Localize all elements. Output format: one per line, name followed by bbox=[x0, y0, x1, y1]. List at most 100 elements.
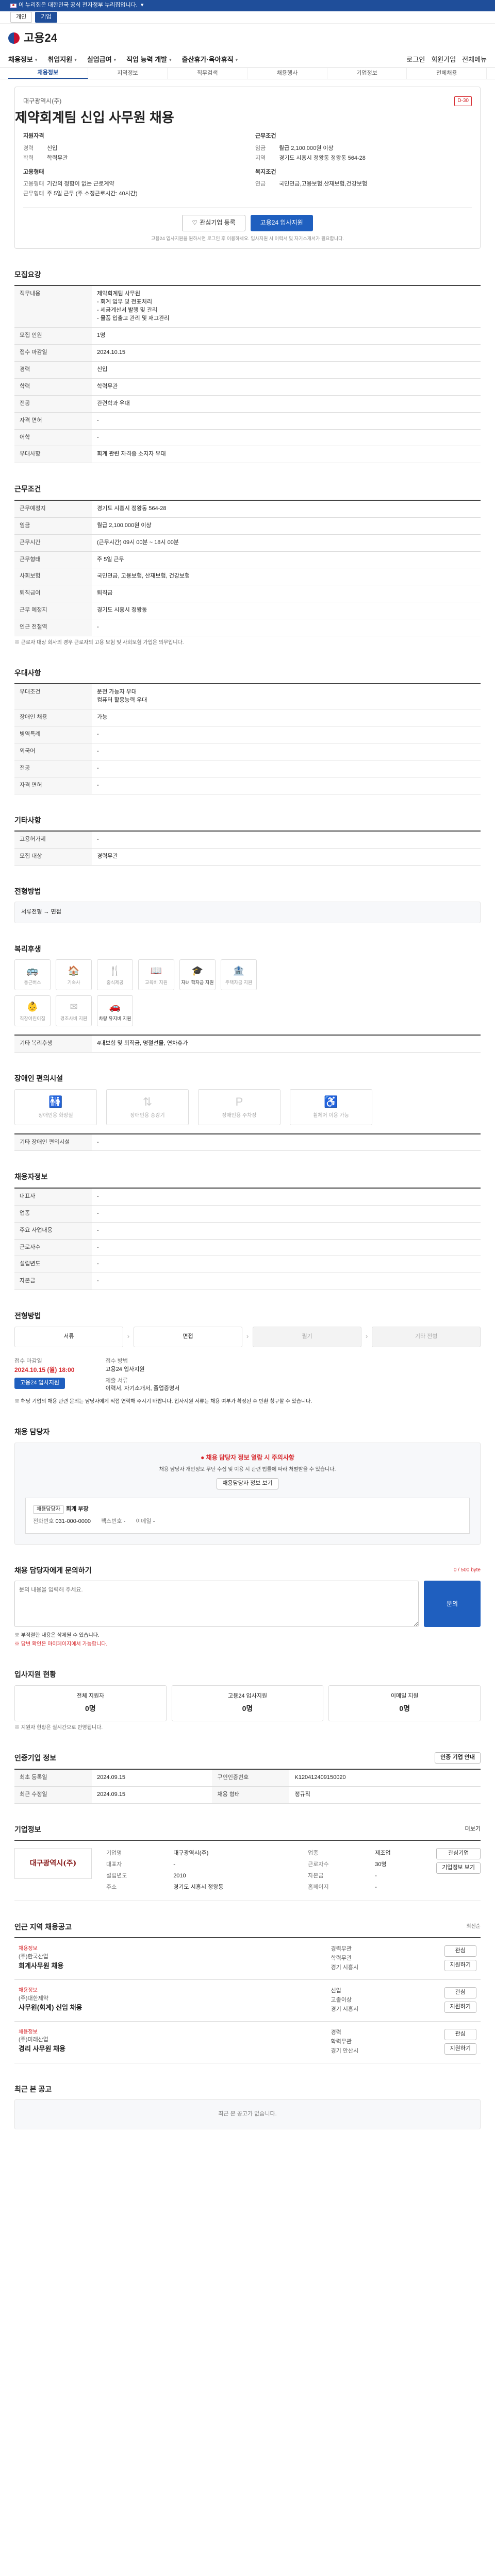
manager-tag: 채용담당자 bbox=[33, 1505, 64, 1514]
welfare-item: 🍴 중식제공 bbox=[97, 959, 133, 991]
welfare-icon: 🏠 bbox=[68, 965, 80, 976]
enterprise-tab[interactable]: 기업 bbox=[35, 11, 57, 23]
inquiry-textarea[interactable] bbox=[14, 1581, 419, 1628]
signup-link[interactable]: 회원가입 bbox=[431, 55, 456, 65]
method-heading: 전형방법 bbox=[14, 887, 41, 895]
inquiry-submit-button[interactable]: 문의 bbox=[424, 1581, 481, 1628]
welfare-label: 주택자금 지원 bbox=[225, 979, 253, 985]
table-row: 대표자 - bbox=[14, 1188, 481, 1206]
disability-item: P 장애인용 주차장 bbox=[198, 1089, 280, 1125]
gnb-item[interactable]: 직업 능력 개발 bbox=[126, 55, 172, 65]
table-row: 모집 인원 1명 bbox=[14, 327, 481, 345]
disability-extra-value: - bbox=[92, 1133, 481, 1151]
recent-heading: 최근 본 공고 bbox=[14, 2084, 52, 2093]
similar-title[interactable]: 경리 사무원 채용 bbox=[19, 2044, 321, 2054]
gov-banner[interactable]: 이 누리집은 대한민국 공식 전자정부 누리집입니다. ▾ bbox=[0, 0, 495, 11]
process-label: 전체 지원자 bbox=[76, 1692, 105, 1699]
all-menu-link[interactable]: 전체메뉴 bbox=[462, 55, 487, 65]
recruit-heading: 모집요강 bbox=[14, 270, 41, 279]
welfare-item: 🏠 기숙사 bbox=[56, 959, 92, 991]
gnb-item[interactable]: 실업급여 bbox=[87, 55, 116, 65]
process-label: 고용24 입사지원 bbox=[228, 1692, 268, 1699]
similar-apply-button[interactable]: 지원하기 bbox=[444, 2002, 476, 2013]
login-link[interactable]: 로그인 bbox=[406, 55, 425, 65]
similar-favorite-button[interactable]: 관심 bbox=[444, 1945, 476, 1957]
table-row: 병역특례 - bbox=[14, 726, 481, 743]
row-value: - bbox=[92, 1222, 481, 1240]
similar-favorite-button[interactable]: 관심 bbox=[444, 2028, 476, 2040]
row-label: 모집 인원 bbox=[14, 327, 92, 345]
table-row: 근무형태 주 5일 근무 bbox=[14, 551, 481, 569]
welfare-heading: 복지조건 bbox=[255, 168, 276, 175]
kv-key: 경력 bbox=[23, 145, 34, 152]
table-row: 퇴직급여 퇴직금 bbox=[14, 585, 481, 603]
posting-title: 인증기업 정보 bbox=[14, 1753, 57, 1762]
inquiry-note-1: ※ 부적절한 내용은 삭제될 수 있습니다. bbox=[14, 1633, 100, 1639]
welfare-icon: 🏦 bbox=[233, 965, 245, 976]
gnb-item[interactable]: 출산휴가·육아휴직 bbox=[182, 55, 238, 65]
apply-area-button[interactable]: 고용24 입사지원 bbox=[14, 1377, 65, 1389]
apply-notice: ※ 해당 기업의 채용 관련 문의는 담당자에게 직접 연락해 주시기 바랍니다… bbox=[14, 1399, 312, 1405]
subnav-item[interactable]: 채용정보 bbox=[8, 68, 88, 79]
manager-info-button[interactable]: 채용담당자 정보 보기 bbox=[217, 1478, 278, 1489]
similar-list: 채용정보 (주)한국산업 회계사무원 채용 경력무관 학력무관 경기 시흥시 관심 지원하기 채… bbox=[14, 1937, 481, 2063]
kv-key: 근무형태 bbox=[23, 191, 44, 197]
row-label: 업종 bbox=[14, 1205, 92, 1223]
welfare-icon: 🍴 bbox=[109, 965, 121, 976]
subnav-item[interactable]: 채용행사 bbox=[248, 68, 327, 79]
similar-company[interactable]: (주)대한제약 bbox=[19, 1995, 321, 2003]
company-detail-button[interactable]: 기업정보 보기 bbox=[436, 1862, 481, 1874]
row-label: 임금 bbox=[14, 517, 92, 535]
company-buttons: 관심기업 기업정보 보기 bbox=[436, 1848, 481, 1874]
row-value: - bbox=[92, 726, 481, 743]
row-label: 대표자 bbox=[106, 1861, 122, 1868]
personal-tab[interactable]: 개인 bbox=[10, 11, 32, 23]
row-value: 주 5일 근무 bbox=[92, 551, 481, 569]
similar-sort[interactable]: 최신순 bbox=[466, 1923, 481, 1931]
disability-icon: P bbox=[235, 1095, 243, 1109]
row-label: 퇴직급여 bbox=[14, 585, 92, 603]
disability-label: 장애인용 승강기 bbox=[130, 1113, 165, 1119]
process-label: 이메일 지원 bbox=[390, 1692, 419, 1699]
company-favorite-button[interactable]: 관심기업 bbox=[436, 1848, 481, 1860]
table-row: 최초 등록일 2024.09.15 구인인증번호 K120412409150020 bbox=[14, 1769, 481, 1787]
similar-item[interactable]: 채용정보 (주)미래산업 경리 사무원 채용 경력 학력무관 경기 안산시 관심 지원하기 bbox=[14, 2022, 481, 2063]
apply-button[interactable]: 고용24 입사지원 bbox=[250, 214, 313, 231]
similar-apply-button[interactable]: 지원하기 bbox=[444, 1960, 476, 1972]
similar-company[interactable]: (주)한국산업 bbox=[19, 1953, 321, 1961]
row-label: 최초 등록일 bbox=[14, 1769, 92, 1787]
similar-title[interactable]: 회계사무원 채용 bbox=[19, 1961, 321, 1971]
topbar: 개인 기업 bbox=[0, 11, 495, 24]
gnb-item[interactable]: 취업지원 bbox=[47, 55, 76, 65]
similar-tag: 채용정보 bbox=[19, 2029, 38, 2035]
similar-favorite-button[interactable]: 관심 bbox=[444, 1987, 476, 1999]
subnav-item[interactable]: 기업정보 bbox=[327, 68, 407, 79]
similar-title[interactable]: 사무원(회계) 신입 채용 bbox=[19, 2003, 321, 2013]
posting-info-button[interactable]: 인증 기업 안내 bbox=[435, 1752, 481, 1764]
subnav-item[interactable]: 직무검색 bbox=[168, 68, 248, 79]
row-label: 장애인 채용 bbox=[14, 709, 92, 726]
welfare-label: 중식제공 bbox=[106, 979, 124, 985]
favorite-company-button[interactable]: ♡ 관심기업 등록 bbox=[182, 214, 245, 231]
similar-item[interactable]: 채용정보 (주)대한제약 사무원(회계) 신입 채용 신입 고졸이상 경기 시흥시 관심 지원… bbox=[14, 1980, 481, 2022]
subnav-item[interactable]: 지역정보 bbox=[88, 68, 168, 79]
phone-label: 전화번호 bbox=[33, 1518, 54, 1525]
company-more-link[interactable]: 더보기 bbox=[465, 1825, 481, 1834]
subnav-item[interactable]: 전체채용 bbox=[407, 68, 487, 79]
disability-label: 휠체어 이용 가능 bbox=[313, 1113, 349, 1119]
manager-card: 채용담당자 회계 부장 전화번호 031-000-0000 팩스번호 - 이메일 … bbox=[25, 1497, 470, 1534]
company-name[interactable]: 대구광역시(주) bbox=[23, 97, 61, 106]
logo[interactable]: 고용24 bbox=[24, 30, 57, 46]
row-value: 2024.09.15 bbox=[92, 1786, 212, 1804]
work-foot: ※ 근로자 대상 회사의 경우 근로자의 고용 보험 및 사회보험 가입은 의무… bbox=[14, 640, 184, 646]
similar-item[interactable]: 채용정보 (주)한국산업 회계사무원 채용 경력무관 학력무관 경기 시흥시 관심 지원하기 bbox=[14, 1938, 481, 1980]
similar-company[interactable]: (주)미래산업 bbox=[19, 2036, 321, 2044]
row-value: 학력무관 bbox=[92, 378, 481, 396]
table-row: 설립년도 2010 자본금 - bbox=[102, 1871, 426, 1882]
table-row: 주요 사업내용 - bbox=[14, 1222, 481, 1240]
welfare-label: 통근버스 bbox=[24, 979, 41, 985]
gnb-item[interactable]: 채용정보 bbox=[8, 55, 37, 65]
kv-value: 신입 bbox=[47, 145, 58, 152]
form-heading: 고용형태 bbox=[23, 168, 44, 175]
similar-apply-button[interactable]: 지원하기 bbox=[444, 2043, 476, 2055]
